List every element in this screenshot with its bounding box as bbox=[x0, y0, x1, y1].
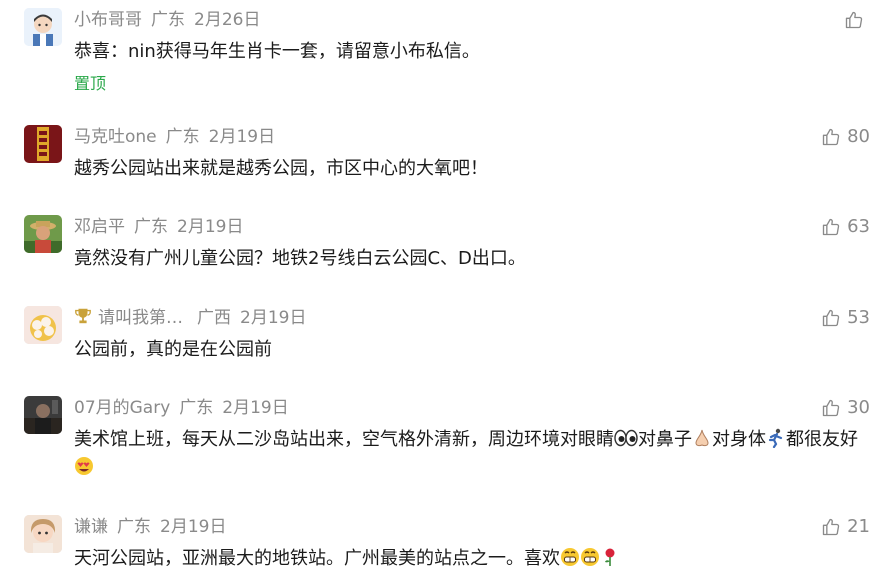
username[interactable]: 07月的Gary bbox=[74, 398, 170, 418]
comment-meta: 小布哥哥 广东 2月26日 bbox=[74, 8, 269, 32]
username[interactable]: 请叫我第… bbox=[98, 308, 183, 328]
text-segment: 美术馆上班，每天从二沙岛站出来，空气格外清新，周边环境对眼睛 bbox=[74, 429, 614, 450]
location: 广东 bbox=[179, 398, 214, 418]
like-button[interactable]: 80 bbox=[821, 125, 870, 149]
comment-meta: 07月的Gary 广东 2月19日 bbox=[74, 396, 298, 420]
like-count: 21 bbox=[847, 516, 870, 537]
avatar[interactable] bbox=[24, 306, 62, 344]
location: 广东 bbox=[151, 10, 185, 30]
avatar[interactable] bbox=[24, 215, 62, 253]
comment-meta: 请叫我第… 广西 2月19日 bbox=[74, 306, 315, 330]
comment-text: 越秀公园站出来就是越秀公园，市区中心的大氧吧！ bbox=[74, 158, 488, 179]
like-button[interactable]: 53 bbox=[821, 306, 870, 330]
thumbs-up-icon bbox=[822, 309, 840, 327]
thumbs-up-icon bbox=[822, 518, 840, 536]
comment-list: 小布哥哥 广东 2月26日 恭喜：nin获得马年生肖卡一套，请留意小布私信。 置顶 … bbox=[0, 0, 890, 570]
location: 广西 bbox=[197, 308, 231, 328]
grinning-face-emoji bbox=[581, 548, 599, 566]
text-segment: 对鼻子 bbox=[638, 429, 692, 450]
like-button[interactable]: 63 bbox=[821, 215, 870, 239]
nose-emoji bbox=[695, 429, 709, 447]
like-button[interactable]: 21 bbox=[821, 515, 870, 539]
thumbs-up-icon bbox=[822, 128, 840, 146]
thumbs-up-icon bbox=[845, 11, 863, 29]
rose-emoji bbox=[605, 548, 615, 566]
heart-eyes-emoji bbox=[75, 457, 93, 475]
date: 2月19日 bbox=[240, 308, 307, 328]
like-count: 80 bbox=[847, 126, 870, 147]
comment-meta: 马克吐one 广东 2月19日 bbox=[74, 125, 284, 149]
username[interactable]: 小布哥哥 bbox=[74, 10, 142, 30]
date: 2月19日 bbox=[160, 517, 227, 537]
thumbs-up-icon bbox=[822, 218, 840, 236]
comment-meta: 谦谦 广东 2月19日 bbox=[74, 515, 235, 539]
trophy-icon bbox=[75, 308, 91, 324]
pinned-label: 置顶 bbox=[74, 74, 107, 93]
like-count: 53 bbox=[847, 307, 870, 328]
date: 2月19日 bbox=[177, 217, 244, 237]
eyes-emoji bbox=[614, 429, 638, 447]
avatar[interactable] bbox=[24, 8, 62, 46]
comment-text: 恭喜：nin获得马年生肖卡一套，请留意小布私信。 bbox=[74, 41, 480, 62]
text-segment: 天河公园站，亚洲最大的地铁站。广州最美的站点之一。喜欢 bbox=[74, 548, 560, 569]
date: 2月19日 bbox=[208, 127, 276, 147]
comment-text: 公园前，真的是在公园前 bbox=[74, 339, 272, 360]
location: 广东 bbox=[165, 127, 200, 147]
text-segment: 对身体 bbox=[712, 429, 766, 450]
like-count: 30 bbox=[847, 397, 870, 418]
date: 2月26日 bbox=[194, 10, 261, 30]
comment-text: 竟然没有广州儿童公园？地铁2号线白云公园C、D出口。 bbox=[74, 248, 526, 269]
like-button[interactable]: 30 bbox=[821, 396, 870, 420]
date: 2月19日 bbox=[222, 398, 289, 418]
comment-meta: 邓启平 广东 2月19日 bbox=[74, 215, 252, 239]
avatar[interactable] bbox=[24, 396, 62, 434]
grinning-face-emoji bbox=[561, 548, 579, 566]
like-button[interactable] bbox=[844, 8, 870, 32]
like-count: 63 bbox=[847, 216, 870, 237]
thumbs-up-icon bbox=[822, 399, 840, 417]
location: 广东 bbox=[134, 217, 168, 237]
text-segment: 都很友好 bbox=[786, 429, 858, 450]
avatar[interactable] bbox=[24, 125, 62, 163]
comment-text: 美术馆上班，每天从二沙岛站出来，空气格外清新，周边环境对眼睛 对鼻子 对身体 都很友好 bbox=[74, 426, 870, 482]
running-person-emoji bbox=[768, 428, 783, 448]
username[interactable]: 邓启平 bbox=[74, 217, 125, 237]
location: 广东 bbox=[117, 517, 151, 537]
comment-text: 天河公园站，亚洲最大的地铁站。广州最美的站点之一。喜欢 bbox=[74, 545, 870, 573]
username[interactable]: 谦谦 bbox=[74, 517, 108, 537]
username[interactable]: 马克吐one bbox=[74, 127, 157, 147]
avatar[interactable] bbox=[24, 515, 62, 553]
